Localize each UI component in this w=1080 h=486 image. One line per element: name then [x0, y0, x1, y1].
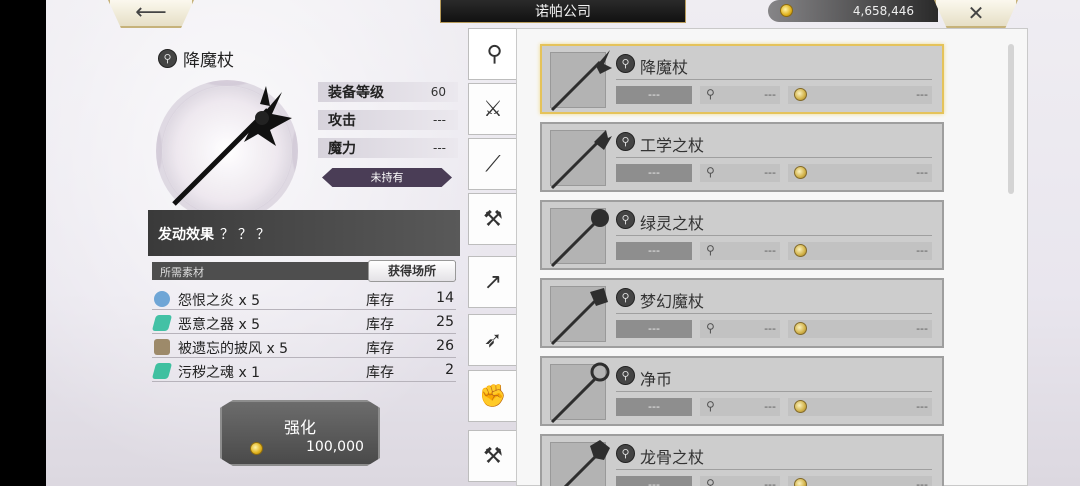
gold-display: 4,658,446 [768, 0, 938, 22]
owned-status-badge: 未持有 [322, 168, 452, 187]
coin-icon [794, 244, 807, 257]
staff-silhouette-icon [550, 50, 612, 112]
coin-icon [794, 166, 807, 179]
weapon-card[interactable]: ⚲ 绿灵之杖 --- ⚲ --- --- [540, 200, 944, 270]
tab-bow[interactable]: ➶ [468, 314, 518, 366]
upgrade-cost: 100,000 [306, 439, 364, 455]
stat-attack: 攻击 --- [318, 110, 458, 130]
staff-icon: ⚲ [486, 41, 503, 67]
crystal-icon [151, 315, 173, 331]
staff-type-icon: ⚲ [616, 366, 635, 385]
item-title: ⚲ 降魔杖 [158, 46, 234, 71]
staff-type-icon: ⚲ [616, 132, 635, 151]
key-icon: ⚲ [706, 321, 715, 335]
effect-panel: 发动效果 ？？？ [148, 210, 460, 256]
weapon-card[interactable]: ⚲ 净币 --- ⚲ --- --- [540, 356, 944, 426]
staff-silhouette-icon [550, 209, 609, 268]
weapon-card[interactable]: ⚲ 降魔杖 --- ⚲ --- --- [540, 44, 944, 114]
hammer-icon: ⚒ [483, 443, 503, 469]
spear-icon: ↗ [483, 269, 503, 295]
staff-silhouette-icon [550, 288, 608, 346]
staff-type-icon: ⚲ [158, 49, 177, 68]
weapon-category-tabs: ⚲ ⚔ ⟋ ⚒ ↗ ➶ ✊ ⚒ [468, 28, 520, 486]
screen: ⟵ 诺帕公司 4,658,446 ✕ ⚲ 降魔杖 装备等级 60 攻击 --- … [46, 0, 1080, 486]
coin-icon [794, 478, 807, 486]
acquire-location-button[interactable]: 获得场所 [368, 260, 456, 282]
axe-icon: ⚒ [483, 206, 503, 232]
weapon-card[interactable]: ⚲ 梦幻魔杖 --- ⚲ --- --- [540, 278, 944, 348]
staff-silhouette-icon [550, 130, 612, 190]
staff-type-icon: ⚲ [616, 444, 635, 463]
stat-magic: 魔力 --- [318, 138, 458, 158]
cloak-icon [154, 339, 170, 355]
staff-silhouette-icon [563, 440, 610, 486]
coin-icon [794, 88, 807, 101]
upgrade-label: 强化 [283, 418, 316, 437]
fist-icon: ✊ [479, 383, 507, 409]
staff-type-icon: ⚲ [616, 54, 635, 73]
key-icon: ⚲ [706, 243, 715, 257]
soul-crystal-icon [151, 363, 173, 379]
upgrade-button[interactable]: 强化 100,000 [220, 400, 380, 466]
material-row[interactable]: 被遗忘的披风 x 5 库存 26 [152, 336, 456, 358]
key-icon: ⚲ [706, 477, 715, 486]
effect-label: 发动效果 [158, 227, 214, 243]
page-title: 诺帕公司 [440, 0, 686, 23]
key-icon: ⚲ [706, 87, 715, 101]
close-button[interactable]: ✕ [934, 0, 1018, 28]
material-row[interactable]: 怨恨之炎 x 5 库存 14 [152, 288, 456, 310]
tab-fist[interactable]: ✊ [468, 370, 518, 422]
effect-value: ？？？ [220, 227, 274, 243]
coin-icon [780, 4, 793, 17]
material-row[interactable]: 污秽之魂 x 1 库存 2 [151, 360, 456, 382]
coin-icon [794, 322, 807, 335]
weapon-card[interactable]: ⚲ 龙骨之杖 --- ⚲ --- --- [540, 434, 944, 486]
gold-amount: 4,658,446 [852, 4, 914, 18]
staff-type-icon: ⚲ [616, 288, 635, 307]
scrollbar[interactable] [1008, 44, 1014, 194]
staff-type-icon: ⚲ [616, 210, 635, 229]
coin-icon [250, 442, 263, 455]
weapon-card[interactable]: ⚲ 工学之杖 --- ⚲ --- --- [540, 122, 944, 192]
item-name: 降魔杖 [183, 51, 234, 71]
close-icon: ✕ [967, 1, 985, 25]
flame-icon [154, 291, 170, 307]
tab-sword[interactable]: ⚔ [468, 83, 518, 135]
tab-spear[interactable]: ↗ [468, 256, 518, 308]
tab-hammer[interactable]: ⚒ [468, 430, 518, 482]
tab-staff[interactable]: ⚲ [468, 28, 520, 80]
tab-katana[interactable]: ⟋ [468, 138, 518, 190]
tab-axe[interactable]: ⚒ [468, 193, 518, 245]
material-row[interactable]: 恶意之器 x 5 库存 25 [151, 312, 456, 334]
bow-icon: ➶ [483, 327, 503, 353]
back-button[interactable]: ⟵ [108, 0, 194, 28]
staff-image [172, 86, 292, 206]
stat-level: 装备等级 60 [318, 82, 458, 102]
katana-icon: ⟋ [485, 151, 501, 177]
key-icon: ⚲ [706, 399, 715, 413]
arrow-left-icon: ⟵ [135, 0, 167, 25]
coin-icon [794, 400, 807, 413]
sword-icon: ⚔ [483, 96, 503, 122]
staff-silhouette-icon [550, 362, 610, 424]
key-icon: ⚲ [706, 165, 715, 179]
